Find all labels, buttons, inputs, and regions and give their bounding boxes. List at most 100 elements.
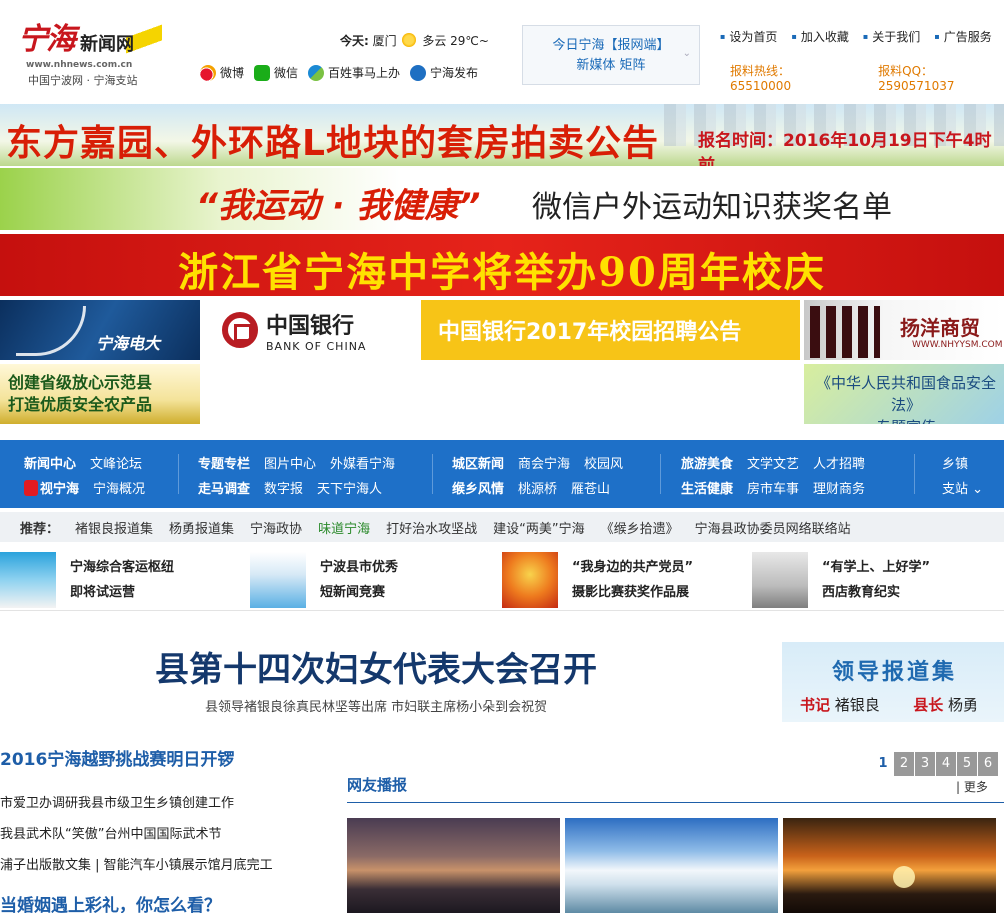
banner-agri[interactable]: 创建省级放心示范县 打造优质安全农产品 [0,364,200,424]
news-item[interactable]: 浦子出版散文集 | 智能汽车小镇展示馆月底完工 [0,854,320,873]
thumb-line1: 宁海综合客运枢纽 [70,560,175,575]
thumb-image [752,552,808,608]
leader-reports-box[interactable]: 领导报道集 书记 褚银良 县长 杨勇 [782,642,1004,722]
thumb-item[interactable]: “我身边的共产党员” 摄影比赛获奖作品展 [502,552,693,610]
news-lead2-title[interactable]: 当婚姻遇上彩礼，你怎么看？ [0,891,221,913]
netizen-photo[interactable] [783,818,996,913]
nav-chamber[interactable]: 商会宁海 [518,452,570,477]
pager-page[interactable]: 3 [914,752,935,776]
pager-page[interactable]: 2 [893,752,914,776]
nav-jobs[interactable]: 人才招聘 [813,452,865,477]
news-item-text: 市爱卫办调研我县市级卫生乡镇创建工作 [0,796,235,811]
nav-towns[interactable]: 乡镇 [942,452,968,477]
hotline-info: 报料热线：65510000 报料QQ：2590571037 [730,62,1004,93]
news-list: 2016宁海越野挑战赛明日开锣 市爱卫办调研我县市级卫生乡镇创建工作 我县武术队… [0,745,320,913]
news-item-text: 我县武术队“笑傲”台州中国国际武术节 [0,827,222,842]
section-underline [347,802,1004,803]
recommend-item[interactable]: 宁海政协 [250,518,302,537]
banner-sport-title: “我运动 · 我健康” [196,186,481,226]
recommend-item[interactable]: 《缑乡拾遗》 [601,518,679,537]
thumb-item[interactable]: “有学上、上好学” 西店教育纪实 [752,552,930,610]
nav-news-center[interactable]: 新闻中心 [24,452,76,477]
nav-taoyuan-bridge[interactable]: 桃源桥 [518,477,557,502]
leader-name-county-head[interactable]: 杨勇 [948,696,978,714]
banner-sport[interactable]: “我运动 · 我健康” 微信户外运动知识获奖名单 [0,168,1004,230]
recommend-item-highlighted[interactable]: 味道宁海 [318,518,370,537]
pager-page[interactable]: 4 [935,752,956,776]
pager-page[interactable]: 5 [956,752,977,776]
recommend-item[interactable]: 建设“两美”宁海 [493,518,584,537]
thumb-image [502,552,558,608]
banner-food-safety[interactable]: 《中华人民共和国食品安全法》 专题宣传 [804,364,1004,424]
media-matrix-dropdown[interactable]: 今日宁海【报网端】 新媒体 矩阵 ⌄ [522,25,700,85]
netizen-photo[interactable] [347,818,560,913]
banner-boc[interactable]: 中国银行 BANK OF CHINA 中国银行2017年校园招聘公告 [208,300,800,360]
leader-name-secretary[interactable]: 褚银良 [835,696,880,714]
nav-travel-food[interactable]: 旅游美食 [681,452,733,477]
nav-house-car[interactable]: 房市车事 [747,477,799,502]
banner-yangyang[interactable]: 扬洋商贸 WWW.NHYYSM.COM [804,300,1004,360]
thumb-text: 宁波县市优秀 短新闻竞赛 [320,552,398,610]
nav-survey[interactable]: 走马调查 [198,477,250,502]
recommend-item[interactable]: 打好治水攻坚战 [386,518,477,537]
nav-col-4: 旅游美食 文学文艺 人才招聘 生活健康 房市车事 理财商务 [681,452,865,502]
more-link[interactable]: | 更多 [956,778,988,795]
nav-video-ninghai[interactable]: 视宁海 [24,477,79,502]
bank-of-china-icon [222,312,258,348]
banner-school-anniversary[interactable]: 浙江省宁海中学将举办90周年校庆 [0,234,1004,296]
link-about-us[interactable]: 关于我们 [863,28,920,45]
recommend-item[interactable]: 杨勇报道集 [169,518,234,537]
headline-title[interactable]: 县第十四次妇女代表大会召开 [155,642,597,691]
weather-city[interactable]: 厦门 [373,34,397,48]
banner-food-safety-line2: 专题宣传 [814,416,998,424]
nav-substations-dropdown[interactable]: 支站 ⌄ [942,477,983,502]
leader-reports-names: 书记 褚银良 县长 杨勇 [800,694,978,715]
pager-page[interactable]: 6 [977,752,998,776]
recommend-item[interactable]: 褚银良报道集 [75,518,153,537]
news-item[interactable]: 市爱卫办调研我县市级卫生乡镇创建工作 [0,792,320,811]
logo-sub-text: 新闻网 [80,34,134,55]
nav-city-news[interactable]: 城区新闻 [452,452,504,477]
swoosh-logo-icon [16,306,86,356]
thumb-line2: 西店教育纪实 [822,585,901,600]
netizen-section-title[interactable]: 网友播报 [347,774,407,795]
nav-foreign-media[interactable]: 外媒看宁海 [330,452,395,477]
nav-wenfeng-forum[interactable]: 文峰论坛 [90,452,142,477]
news-item[interactable]: 我县武术队“笑傲”台州中国国际武术节 [0,823,320,842]
weather-label: 今天: [340,34,369,48]
hotline-qq: 报料QQ：2590571037 [878,64,955,93]
thumb-item[interactable]: 宁海综合客运枢纽 即将试运营 [0,552,174,610]
banner-agri-text: 创建省级放心示范县 打造优质安全农产品 [8,372,152,416]
social-weibo[interactable]: 微博 [200,64,244,81]
nav-special[interactable]: 专题专栏 [198,452,250,477]
headline-subtitle: 县领导褚银良徐真民林坚等出席 市妇联主席杨小朵到会祝贺 [205,700,548,715]
nav-digital-paper[interactable]: 数字报 [264,477,303,502]
nav-overview[interactable]: 宁海概况 [93,477,145,502]
site-logo[interactable]: 宁海 新闻网 www.nhnews.com.cn 中国宁波网 · 宁海支站 [18,6,163,90]
nav-literature[interactable]: 文学文艺 [747,452,799,477]
netizen-photo[interactable] [565,818,778,913]
link-set-homepage[interactable]: 设为首页 [720,28,777,45]
nav-local-custom[interactable]: 缑乡风情 [452,477,504,502]
nav-campus[interactable]: 校园风 [584,452,623,477]
thumb-item[interactable]: 宁波县市优秀 短新闻竞赛 [250,552,398,610]
banner-tv-university[interactable]: 宁海电大 [0,300,200,360]
nav-health[interactable]: 生活健康 [681,477,733,502]
social-baixing[interactable]: 百姓事马上办 [308,64,400,81]
banner-sport-sub: 微信户外运动知识获奖名单 [532,190,892,225]
banner-auction[interactable]: 东方嘉园、外环路L地块的套房拍卖公告 报名时间：2016年10月19日下午4时前 [0,104,1004,166]
news-lead-title[interactable]: 2016宁海越野挑战赛明日开锣 [0,750,234,770]
leader-role-secretary: 书记 [800,696,831,714]
nav-pictures[interactable]: 图片中心 [264,452,316,477]
social-wechat[interactable]: 微信 [254,64,298,81]
social-fabu[interactable]: 宁海发布 [410,64,478,81]
nav-finance[interactable]: 理财商务 [813,477,865,502]
pager-page[interactable]: 1 [872,752,893,776]
link-add-favorite[interactable]: 加入收藏 [791,28,849,45]
banner-agri-line2: 打造优质安全农产品 [8,395,153,414]
recommend-item[interactable]: 宁海县政协委员网络联络站 [695,518,851,537]
nav-ninghai-people[interactable]: 天下宁海人 [317,477,382,502]
nav-yancang[interactable]: 雁苍山 [571,477,610,502]
nav-col-2: 专题专栏 图片中心 外媒看宁海 走马调查 数字报 天下宁海人 [198,452,395,502]
link-ad-service[interactable]: 广告服务 [934,28,992,45]
